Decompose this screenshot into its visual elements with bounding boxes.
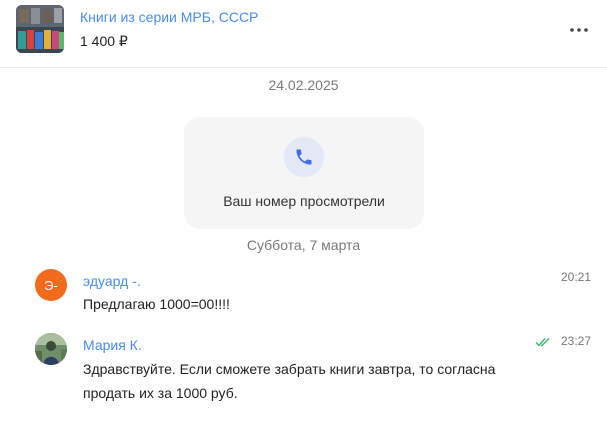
message-text-line: продать их за 1000 руб.	[83, 385, 238, 401]
listing-thumbnail[interactable]	[16, 5, 64, 53]
chat-header: Книги из серии МРБ, СССР 1 400 ₽	[0, 0, 607, 68]
listing-title[interactable]: Книги из серии МРБ, СССР	[80, 9, 258, 25]
message-author[interactable]: эдуард -.	[83, 273, 141, 289]
more-dots-icon	[570, 28, 588, 32]
phone-icon	[296, 149, 312, 165]
double-check-icon	[535, 338, 550, 347]
message-time: 23:27	[561, 334, 592, 348]
date-separator: 24.02.2025	[268, 77, 339, 93]
message-author[interactable]: Мария К.	[83, 337, 142, 353]
system-event-card: Ваш номер просмотрели	[184, 117, 424, 229]
message-time: 20:21	[561, 270, 592, 284]
more-options-button[interactable]	[565, 20, 593, 40]
date-separator: Суббота, 7 марта	[246, 237, 361, 253]
event-text: Ваш номер просмотрели	[223, 193, 385, 209]
message-text-line: Здравствуйте. Если сможете забрать книги…	[83, 361, 496, 377]
event-icon-circle	[284, 137, 324, 177]
listing-price: 1 400 ₽	[80, 33, 128, 49]
avatar[interactable]: Э-	[35, 269, 67, 301]
message-text: Предлагаю 1000=00!!!!	[83, 296, 230, 312]
avatar[interactable]	[35, 333, 67, 365]
